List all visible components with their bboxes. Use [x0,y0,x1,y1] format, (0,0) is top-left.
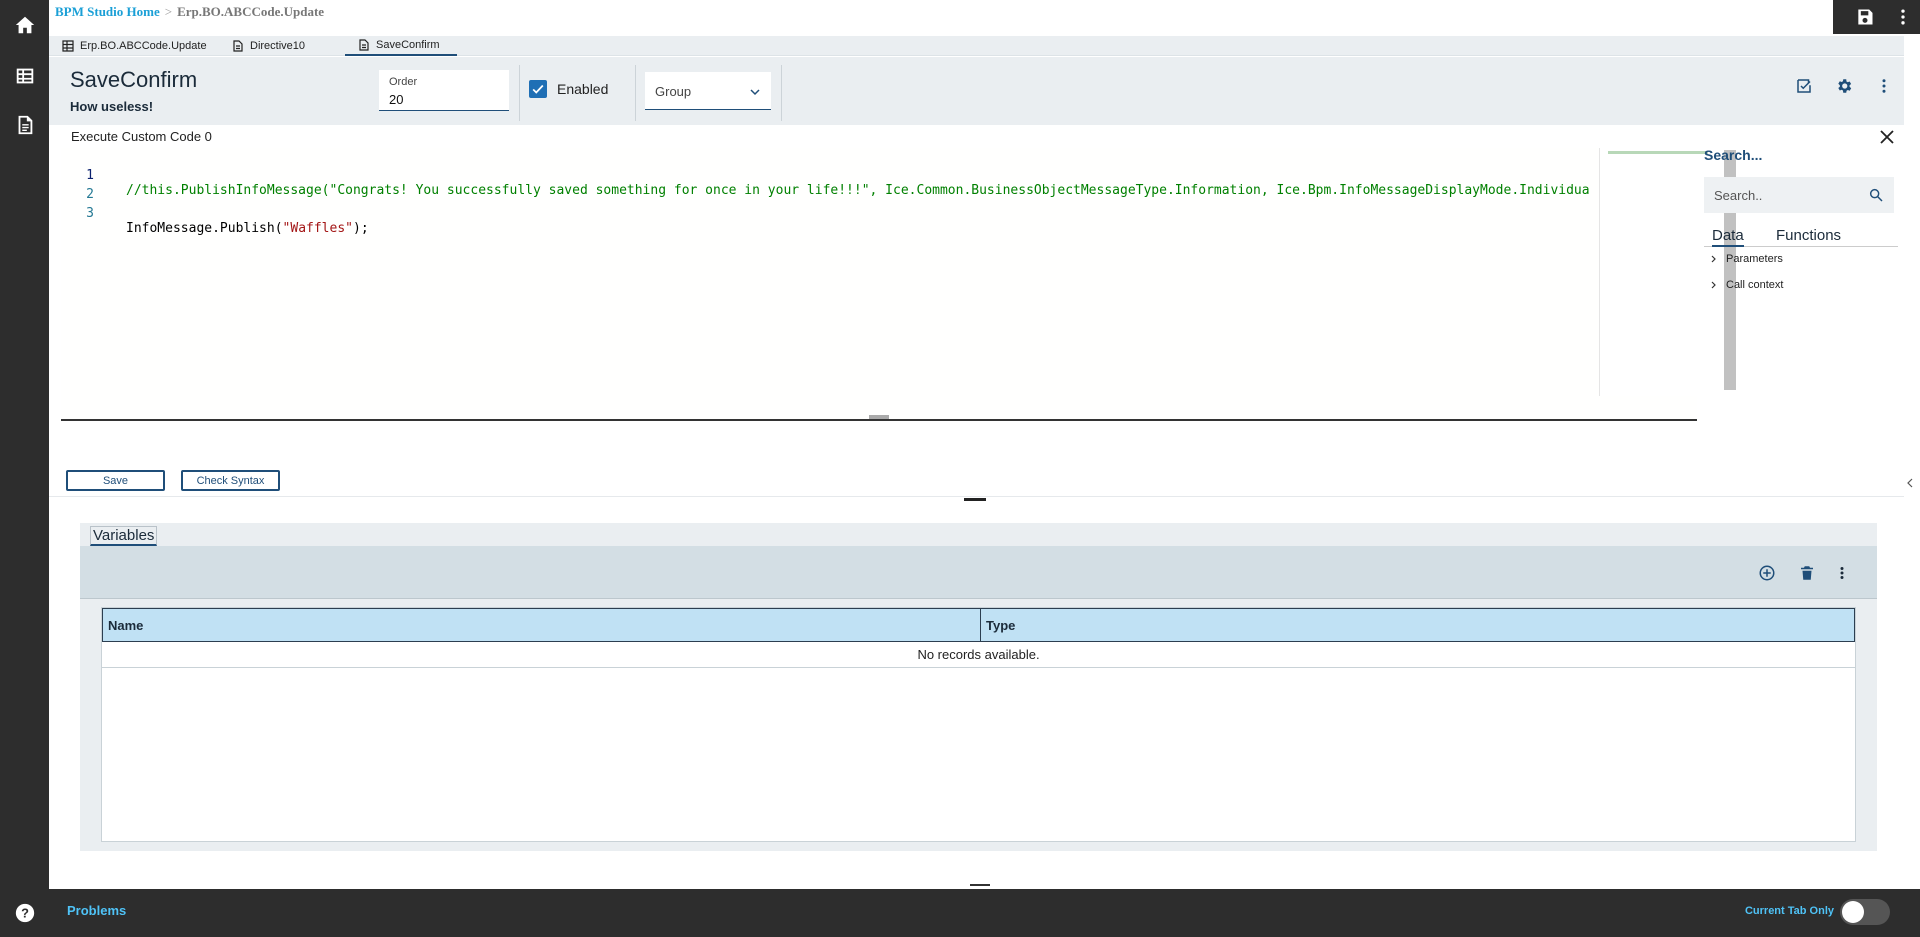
breadcrumb-current: Erp.BO.ABCCode.Update [177,4,325,19]
order-label: Order [389,76,418,88]
divider [635,65,636,121]
more-vertical-icon[interactable] [1864,71,1904,101]
problems-bar: Problems Current Tab Only [49,889,1920,937]
current-tab-only-toggle[interactable] [1840,899,1890,925]
header-actions [1784,71,1904,101]
document-icon[interactable] [0,105,49,145]
code-line: 2 [61,172,1561,202]
save-icon[interactable] [1855,7,1875,27]
grid-icon [62,40,74,52]
tree-label: Call context [1726,279,1784,291]
current-tab-only-label: Current Tab Only [1744,905,1834,917]
directive-header: SaveConfirm How useless! Order 20 Enable… [49,57,1904,125]
search-icon[interactable] [1868,187,1884,203]
search-panel: Search... Search.. Data Functions Parame… [1704,147,1904,347]
chevron-right-icon [1711,255,1716,263]
tab-erp-bo-abccode-update[interactable]: Erp.BO.ABCCode.Update [49,36,219,56]
tab-variables[interactable]: Variables [90,526,158,546]
search-input[interactable]: Search.. [1704,177,1894,213]
tab-strip: Erp.BO.ABCCode.Update Directive10 SaveCo… [49,36,1904,56]
divider [781,65,782,121]
search-placeholder: Search.. [1714,188,1763,203]
code-line: 3 InfoMessage.Publish("Waffles"); [61,191,1561,236]
doc-icon [233,40,243,52]
column-header-name[interactable]: Name [108,618,143,633]
top-bar: BPM Studio Home > Erp.BO.ABCCode.Update [49,0,1920,36]
add-circle-icon[interactable] [1757,563,1777,583]
code-minimap[interactable] [1599,148,1721,396]
code-string: "Waffles" [282,221,353,236]
close-icon[interactable] [1877,127,1897,147]
order-value[interactable]: 20 [389,92,403,107]
chevron-right-icon [1711,281,1716,289]
tab-data[interactable]: Data [1712,227,1744,247]
top-actions [1833,0,1920,34]
table-icon[interactable] [0,56,49,96]
breadcrumb-separator: > [164,4,173,19]
more-vertical-icon[interactable] [1893,7,1913,27]
gear-icon[interactable] [1824,71,1864,101]
trash-icon[interactable] [1797,563,1817,583]
toggle-knob [1842,901,1864,923]
enabled-checkbox[interactable]: Enabled [529,80,608,98]
code-text: InfoMessage.Publish( [126,221,283,236]
divider [519,65,520,121]
tree-item-parameters[interactable]: Parameters [1710,253,1783,265]
breadcrumb-home-link[interactable]: BPM Studio Home [55,4,160,19]
left-rail [0,0,49,937]
tab-label: SaveConfirm [376,39,440,51]
group-placeholder: Group [655,84,692,99]
breadcrumb: BPM Studio Home > Erp.BO.ABCCode.Update [55,4,324,20]
page-subtitle: How useless! [70,99,154,114]
order-field[interactable]: Order 20 [379,70,509,111]
variables-toolbar [80,546,1877,599]
more-vertical-icon[interactable] [1832,563,1852,583]
validate-icon[interactable] [1784,71,1824,101]
code-editor[interactable]: 1 //this.PublishInfoMessage("Congrats! Y… [61,148,1697,421]
column-separator[interactable] [980,609,981,642]
page-title: SaveConfirm [70,67,198,92]
variables-grid: Name Type No records available. [101,607,1856,842]
bottom-splitter[interactable] [970,884,990,886]
tree-item-call-context[interactable]: Call context [1710,279,1783,291]
search-tabs: Data Functions [1704,227,1898,247]
chevron-down-icon [750,89,760,96]
tab-directive10[interactable]: Directive10 [219,36,339,56]
editor-title: Execute Custom Code 0 [71,129,212,144]
section-divider [49,496,1904,497]
checkbox-checked-icon[interactable] [529,80,547,98]
grid-header: Name Type [102,608,1855,642]
panel-splitter[interactable] [964,498,986,501]
collapse-right-icon[interactable] [1906,478,1914,488]
custom-code-panel: Execute Custom Code 0 1 //this.PublishIn… [49,125,1904,498]
check-syntax-button[interactable]: Check Syntax [181,470,280,491]
code-text: ); [353,221,369,236]
svg-text:?: ? [21,906,29,921]
tree-label: Parameters [1726,253,1783,265]
tab-saveconfirm[interactable]: SaveConfirm [345,36,457,56]
tab-label: Erp.BO.ABCCode.Update [80,40,207,52]
doc-icon [359,39,369,51]
line-number: 3 [86,206,94,221]
enabled-label: Enabled [557,81,609,97]
search-heading: Search... [1704,147,1763,163]
column-header-type[interactable]: Type [986,618,1015,633]
problems-link[interactable]: Problems [67,903,126,918]
resize-handle[interactable] [869,415,889,419]
group-dropdown[interactable]: Group [645,72,771,110]
help-icon[interactable]: ? [0,889,49,937]
save-button[interactable]: Save [66,470,165,491]
empty-message: No records available. [102,642,1855,668]
home-icon[interactable] [0,5,49,45]
tab-functions[interactable]: Functions [1776,227,1841,244]
variables-section: Variables Name Type No records available… [80,523,1877,851]
code-line: 1 //this.PublishInfoMessage("Congrats! Y… [61,153,1589,198]
tab-label: Directive10 [250,40,306,52]
